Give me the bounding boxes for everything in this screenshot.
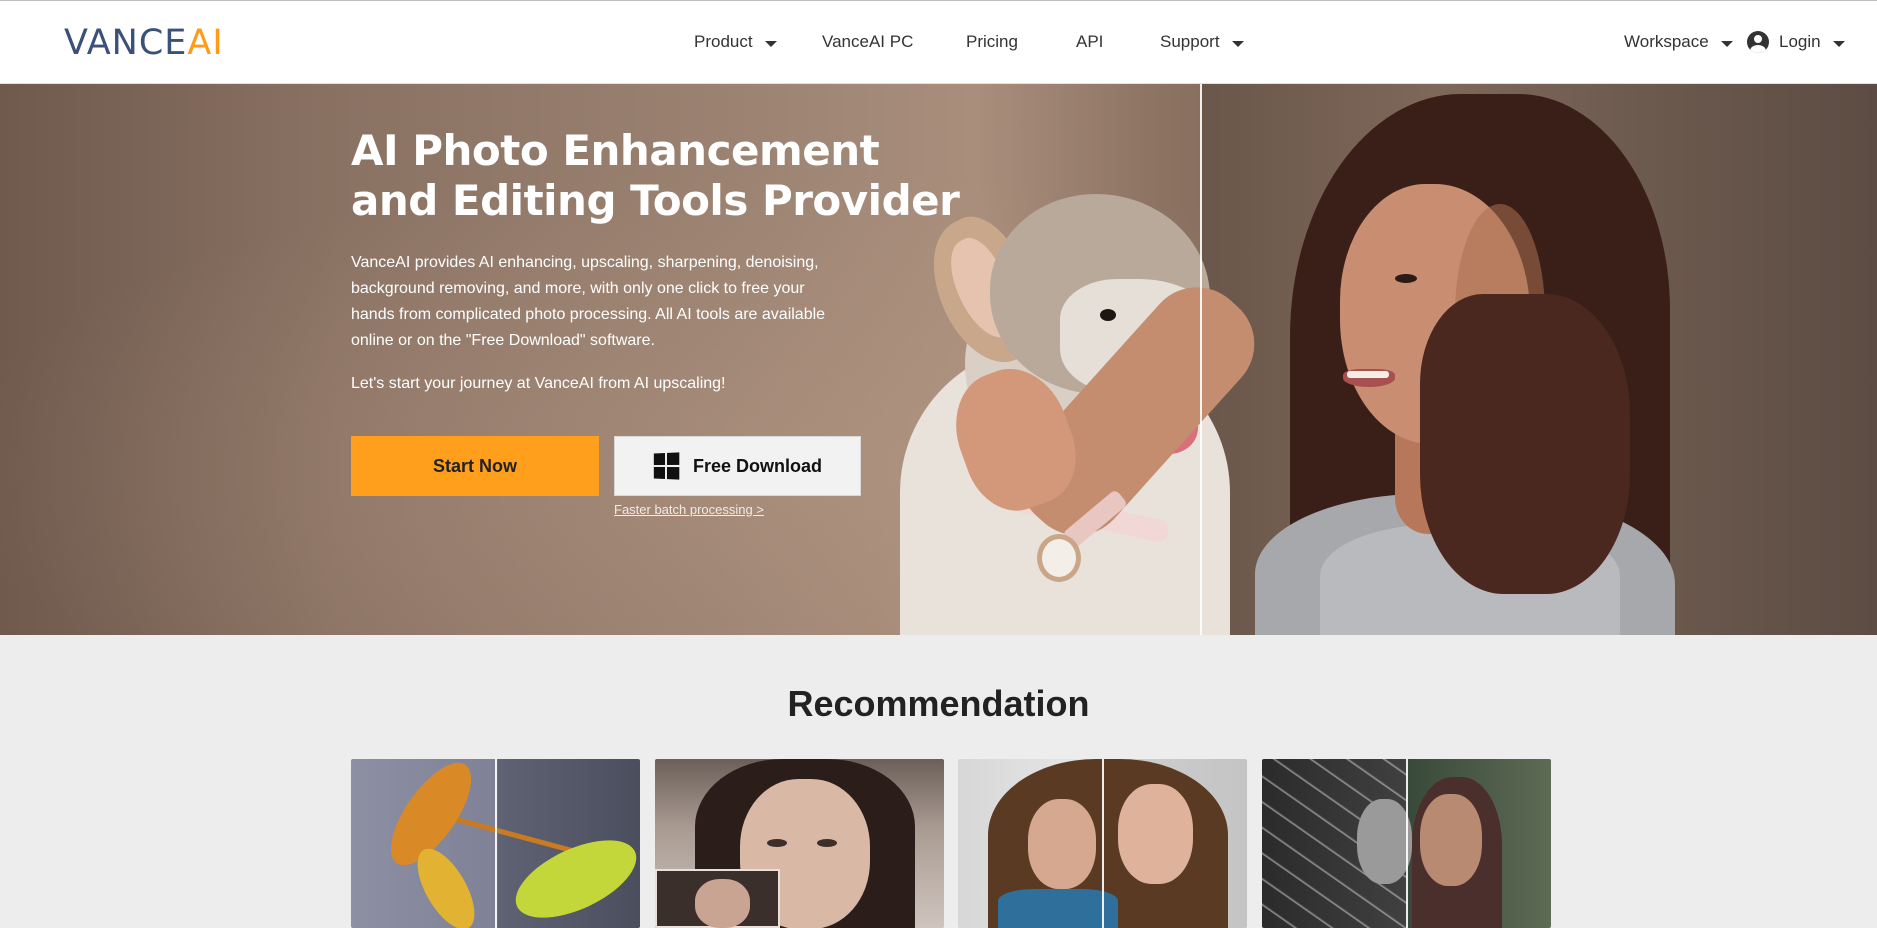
nav-login-label: Login xyxy=(1779,32,1821,51)
card-image-eye xyxy=(817,839,837,847)
hero-title: AI Photo Enhancement and Editing Tools P… xyxy=(351,126,960,225)
free-download-label: Free Download xyxy=(692,455,822,476)
nav-workspace-label: Workspace xyxy=(1624,32,1709,51)
recommendation-card[interactable] xyxy=(351,759,640,928)
nav-support-label: Support xyxy=(1160,32,1220,51)
nav-api[interactable]: API xyxy=(1076,31,1103,53)
card-before-after-divider xyxy=(1406,759,1408,928)
recommendation-card[interactable] xyxy=(655,759,944,928)
nav-pricing[interactable]: Pricing xyxy=(966,31,1018,53)
start-now-button[interactable]: Start Now xyxy=(351,436,599,496)
faster-batch-processing-link[interactable]: Faster batch processing > xyxy=(614,502,764,517)
nav-vanceai-pc[interactable]: VanceAI PC xyxy=(822,31,913,53)
user-circle-icon xyxy=(1747,31,1769,53)
hero-image-dog-eye xyxy=(1100,309,1116,321)
chevron-down-icon xyxy=(764,41,777,47)
card-image-face xyxy=(1028,799,1096,889)
recommendation-title: Recommendation xyxy=(787,683,1090,724)
free-download-button[interactable]: Free Download xyxy=(614,436,861,496)
nav-api-label: API xyxy=(1076,32,1104,51)
site-header: VANCEAI Product VanceAI PC Pricing API S… xyxy=(0,1,1877,84)
card-image-inset-face xyxy=(695,879,750,928)
vanceai-logo[interactable]: VANCEAI xyxy=(64,23,224,63)
recommendation-card[interactable] xyxy=(958,759,1247,928)
start-now-label: Start Now xyxy=(432,455,517,476)
hero-image-watch xyxy=(1037,534,1081,582)
nav-vanceai-pc-label: VanceAI PC xyxy=(822,32,914,51)
nav-pricing-label: Pricing xyxy=(966,32,1018,51)
recommendation-card[interactable] xyxy=(1262,759,1551,928)
windows-icon xyxy=(653,452,680,480)
chevron-down-icon xyxy=(1720,41,1733,47)
chevron-down-icon xyxy=(1231,41,1244,47)
nav-product-label: Product xyxy=(694,32,753,51)
hero-image-hair-flow xyxy=(1420,294,1630,594)
card-image-face xyxy=(1420,794,1482,886)
before-after-divider[interactable] xyxy=(1200,84,1202,635)
card-image-face xyxy=(1357,799,1412,884)
hero-section: AI Photo Enhancement and Editing Tools P… xyxy=(0,84,1877,635)
nav-support[interactable]: Support xyxy=(1160,31,1244,53)
hero-image-woman-teeth xyxy=(1347,371,1389,378)
hero-image-woman-eye xyxy=(1395,274,1417,283)
nav-product[interactable]: Product xyxy=(694,31,777,53)
nav-login[interactable]: Login xyxy=(1747,31,1845,53)
logo-text-vance: VANCE xyxy=(64,23,188,63)
card-before-after-divider xyxy=(1102,759,1104,928)
card-image-shirt xyxy=(998,889,1118,928)
card-before-after-divider xyxy=(495,759,497,928)
hero-cta-text: Let's start your journey at VanceAI from… xyxy=(351,375,726,392)
nav-workspace[interactable]: Workspace xyxy=(1624,31,1733,53)
chevron-down-icon xyxy=(1832,41,1845,47)
hero-description: VanceAI provides AI enhancing, upscaling… xyxy=(351,254,826,349)
logo-text-ai: AI xyxy=(187,23,224,63)
card-image-face xyxy=(1118,784,1193,884)
card-image-eye xyxy=(767,839,787,847)
